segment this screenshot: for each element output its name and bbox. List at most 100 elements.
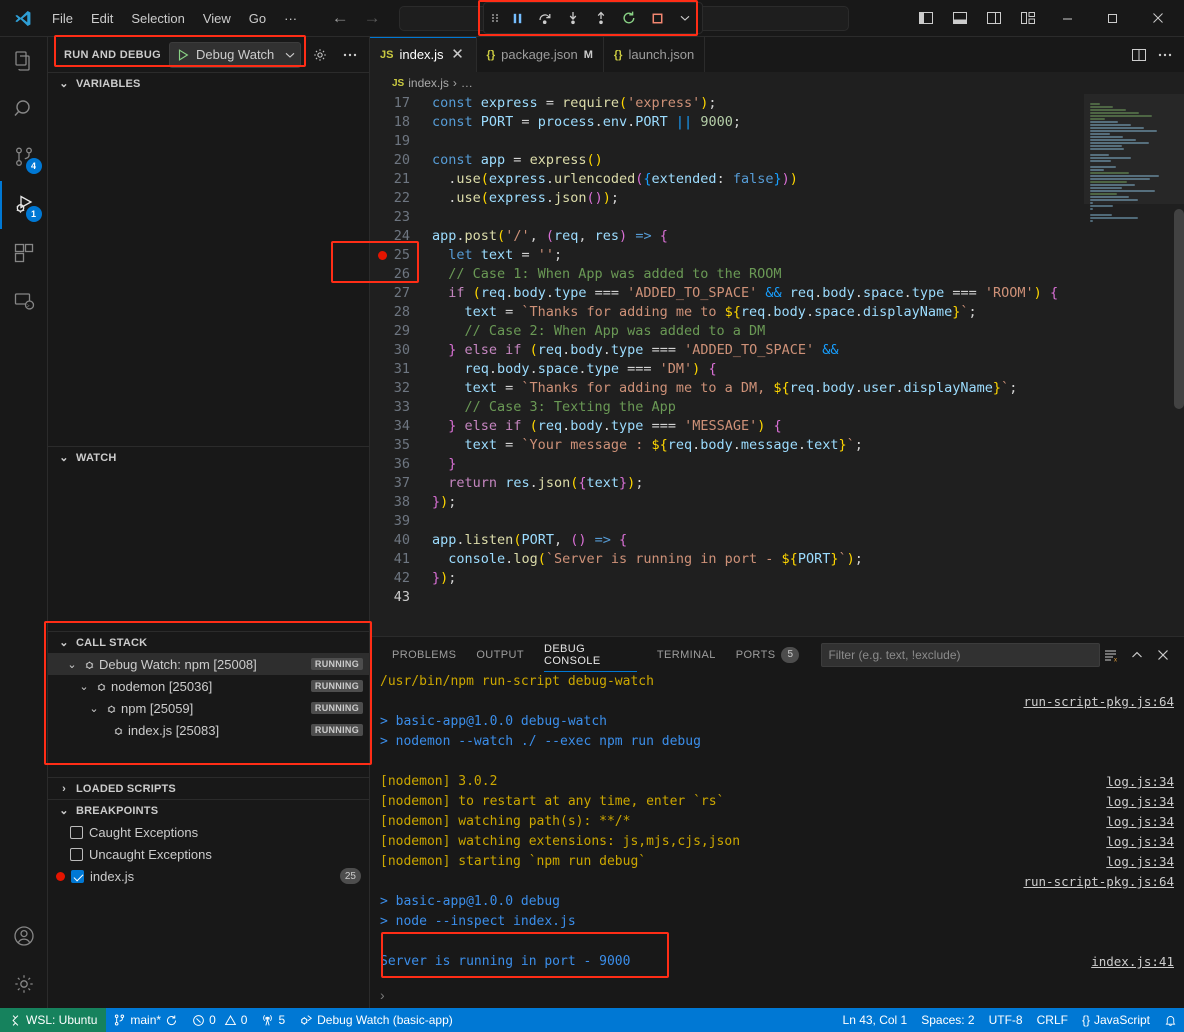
line-number-gutter[interactable]: 38 (370, 493, 422, 512)
restart-button[interactable] (616, 5, 642, 31)
console-source-link[interactable]: run-script-pkg.js:64 (1023, 692, 1174, 712)
line-number-gutter[interactable]: 18 (370, 113, 422, 132)
code-line[interactable]: 17const express = require('express'); (370, 94, 1084, 113)
drag-handle-icon[interactable] (488, 10, 502, 26)
line-number-gutter[interactable]: 17 (370, 94, 422, 113)
chevron-down-icon[interactable]: ⌄ (86, 702, 102, 715)
close-icon[interactable]: ✕ (450, 47, 466, 62)
code-text[interactable]: req.body.space.type === 'DM') { (422, 360, 717, 379)
line-number-gutter[interactable]: 43 (370, 588, 422, 607)
launch-configuration-select[interactable]: Debug Watch (169, 42, 301, 68)
debug-console-output[interactable]: /usr/bin/npm run-script debug-watchrun-s… (370, 672, 1184, 982)
status-language-mode[interactable]: {} JavaScript (1075, 1008, 1157, 1032)
code-line[interactable]: 35 text = `Your message : ${req.body.mes… (370, 436, 1084, 455)
go-forward-icon[interactable]: → (363, 8, 381, 28)
status-indentation[interactable]: Spaces: 2 (914, 1008, 981, 1032)
pause-button[interactable] (504, 5, 530, 31)
code-text[interactable]: app.post('/', (req, res) => { (422, 227, 668, 246)
tab-ports[interactable]: PORTS 5 (726, 637, 810, 672)
code-line[interactable]: 28 text = `Thanks for adding me to ${req… (370, 303, 1084, 322)
line-number-gutter[interactable]: 39 (370, 512, 422, 531)
code-line[interactable]: 36 } (370, 455, 1084, 474)
code-line[interactable]: 23 (370, 208, 1084, 227)
console-source-link[interactable]: run-script-pkg.js:64 (1023, 872, 1174, 892)
code-line[interactable]: 25 let text = ''; (370, 246, 1084, 265)
line-number-gutter[interactable]: 26 (370, 265, 422, 284)
line-number-gutter[interactable]: 34 (370, 417, 422, 436)
code-text[interactable]: text = `Thanks for adding me to a DM, ${… (422, 379, 1017, 398)
customize-layout-icon[interactable] (1011, 2, 1045, 34)
code-lines-container[interactable]: 17const express = require('express');18c… (370, 94, 1084, 636)
tab-launch-json[interactable]: {} launch.json (604, 37, 705, 72)
code-text[interactable]: text = `Your message : ${req.body.messag… (422, 436, 863, 455)
menu-selection[interactable]: Selection (123, 8, 192, 29)
line-number-gutter[interactable]: 31 (370, 360, 422, 379)
code-line[interactable]: 27 if (req.body.type === 'ADDED_TO_SPACE… (370, 284, 1084, 303)
start-debugging-icon[interactable] (176, 48, 190, 62)
console-source-link[interactable]: log.js:34 (1106, 772, 1174, 792)
minimap-slider[interactable] (1084, 94, 1184, 204)
code-line[interactable]: 34 } else if (req.body.type === 'MESSAGE… (370, 417, 1084, 436)
maximize-panel-icon[interactable] (1126, 644, 1148, 666)
code-text[interactable]: } (422, 455, 456, 474)
code-text[interactable]: .use(express.urlencoded({extended: false… (422, 170, 798, 189)
status-cursor-position[interactable]: Ln 43, Col 1 (836, 1008, 915, 1032)
line-number-gutter[interactable]: 23 (370, 208, 422, 227)
code-text[interactable]: // Case 3: Texting the App (422, 398, 676, 417)
clear-console-icon[interactable]: x (1100, 644, 1122, 666)
sync-icon[interactable] (165, 1014, 178, 1027)
menu-view[interactable]: View (195, 8, 239, 29)
line-number-gutter[interactable]: 30 (370, 341, 422, 360)
code-line[interactable]: 33 // Case 3: Texting the App (370, 398, 1084, 417)
tab-output[interactable]: OUTPUT (466, 637, 534, 672)
call-stack-row[interactable]: ⌄ Debug Watch: npm [25008] RUNNING (48, 653, 369, 675)
breakpoint-row[interactable]: Caught Exceptions (48, 821, 369, 843)
line-number-gutter[interactable]: 27 (370, 284, 422, 303)
code-text[interactable]: return res.json({text}); (422, 474, 643, 493)
console-filter-input[interactable]: Filter (e.g. text, !exclude) (821, 643, 1100, 667)
code-text[interactable]: } else if (req.body.type === 'ADDED_TO_S… (422, 341, 839, 360)
console-source-link[interactable]: log.js:34 (1106, 832, 1174, 852)
close-panel-icon[interactable] (1152, 644, 1174, 666)
code-editor[interactable]: 17const express = require('express');18c… (370, 94, 1184, 636)
line-number-gutter[interactable]: 21 (370, 170, 422, 189)
code-text[interactable] (422, 208, 432, 227)
activity-remote-explorer-icon[interactable]: >_ (0, 277, 48, 325)
debug-settings-gear-icon[interactable] (309, 44, 331, 66)
toggle-panel-icon[interactable] (943, 2, 977, 34)
code-text[interactable]: const PORT = process.env.PORT || 9000; (422, 113, 741, 132)
chevron-down-icon[interactable] (284, 49, 296, 61)
line-number-gutter[interactable]: 28 (370, 303, 422, 322)
step-into-button[interactable] (560, 5, 586, 31)
console-source-link[interactable]: index.js:41 (1091, 952, 1174, 972)
line-number-gutter[interactable]: 32 (370, 379, 422, 398)
breakpoint-dot-icon[interactable] (378, 251, 387, 260)
code-text[interactable]: if (req.body.type === 'ADDED_TO_SPACE' &… (422, 284, 1058, 303)
tab-terminal[interactable]: TERMINAL (647, 637, 726, 672)
tab-package-json[interactable]: {} package.json M (477, 37, 604, 72)
breakpoint-checkbox[interactable] (70, 826, 83, 839)
breakpoints-section-header[interactable]: ⌄ BREAKPOINTS (48, 799, 369, 821)
line-number-gutter[interactable]: 24 (370, 227, 422, 246)
loaded-scripts-section-header[interactable]: › LOADED SCRIPTS (48, 777, 369, 799)
status-remote-host[interactable]: WSL: Ubuntu (0, 1008, 106, 1032)
line-number-gutter[interactable]: 20 (370, 151, 422, 170)
debug-more-icon[interactable] (672, 5, 698, 31)
code-line[interactable]: 24app.post('/', (req, res) => { (370, 227, 1084, 246)
menu-more[interactable]: ··· (276, 8, 305, 29)
console-source-link[interactable]: log.js:34 (1106, 812, 1174, 832)
code-text[interactable]: text = `Thanks for adding me to ${req.bo… (422, 303, 977, 322)
activity-source-control-icon[interactable]: 4 (0, 133, 48, 181)
status-eol[interactable]: CRLF (1030, 1008, 1075, 1032)
status-problems[interactable]: 0 0 (185, 1008, 254, 1032)
code-line[interactable]: 31 req.body.space.type === 'DM') { (370, 360, 1084, 379)
call-stack-section-header[interactable]: ⌄ CALL STACK (48, 631, 369, 653)
breadcrumb-file[interactable]: index.js (408, 76, 449, 90)
code-line[interactable]: 18const PORT = process.env.PORT || 9000; (370, 113, 1084, 132)
code-line[interactable]: 26 // Case 1: When App was added to the … (370, 265, 1084, 284)
line-number-gutter[interactable]: 19 (370, 132, 422, 151)
code-text[interactable]: // Case 1: When App was added to the ROO… (422, 265, 782, 284)
code-line[interactable]: 29 // Case 2: When App was added to a DM (370, 322, 1084, 341)
code-line[interactable]: 30 } else if (req.body.type === 'ADDED_T… (370, 341, 1084, 360)
breakpoint-checkbox[interactable] (71, 870, 84, 883)
